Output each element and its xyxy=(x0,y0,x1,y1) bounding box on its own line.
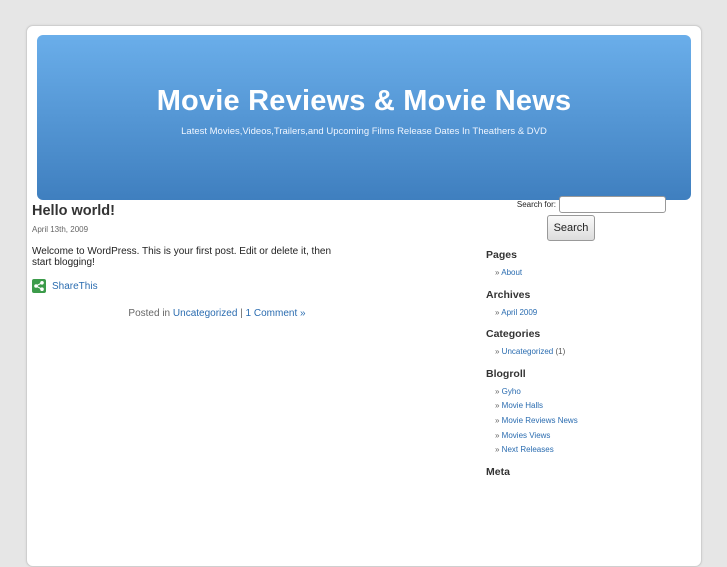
list-item: Movie Halls xyxy=(495,399,666,414)
sharethis-widget[interactable]: ShareThis xyxy=(32,279,332,293)
search-input[interactable] xyxy=(559,196,666,213)
share-icon[interactable] xyxy=(32,279,46,293)
category-count: (1) xyxy=(555,347,566,357)
posted-in-label: Posted in xyxy=(128,308,173,319)
list-item: Movie Reviews News xyxy=(495,414,666,429)
site-title[interactable]: Movie Reviews & Movie News xyxy=(37,85,691,118)
blogroll-link[interactable]: Movie Halls xyxy=(502,401,543,410)
search-label: Search for: xyxy=(516,200,556,209)
site-description: Latest Movies,Videos,Trailers,and Upcomi… xyxy=(181,126,547,137)
search-button[interactable]: Search xyxy=(547,215,595,241)
meta-heading: Meta xyxy=(486,465,510,478)
search-form: Search for: xyxy=(486,196,666,213)
meta-widget: Meta xyxy=(486,466,666,478)
category-item-link[interactable]: Uncategorized xyxy=(502,347,554,356)
archives-heading: Archives xyxy=(486,288,531,301)
blogroll-link[interactable]: Next Releases xyxy=(502,445,554,454)
blogroll-link[interactable]: Movies Views xyxy=(502,431,551,440)
post-meta: Posted in Uncategorized | 1 Comment » xyxy=(12,308,422,319)
blogroll-link[interactable]: Gyho xyxy=(502,387,521,396)
pages-heading: Pages xyxy=(486,249,517,261)
categories-widget: Categories Uncategorized (1) xyxy=(486,328,666,360)
archives-widget: Archives April 2009 xyxy=(486,289,666,321)
pages-widget: Pages About xyxy=(486,249,666,281)
list-item: Uncategorized (1) xyxy=(495,345,666,360)
post-date: April 13th, 2009 xyxy=(32,225,89,234)
blogroll-heading: Blogroll xyxy=(486,367,526,380)
blogroll-widget: Blogroll Gyho Movie Halls Movie Reviews … xyxy=(486,368,666,458)
archive-link[interactable]: April 2009 xyxy=(501,308,537,317)
list-item: About xyxy=(495,266,666,281)
post-body: Welcome to WordPress. This is your first… xyxy=(32,246,332,268)
list-item: Gyho xyxy=(495,385,666,400)
sidebar: Search for: Search Pages About Archives … xyxy=(486,196,666,483)
list-item: Movies Views xyxy=(495,429,666,444)
list-item: April 2009 xyxy=(495,306,666,321)
post-title[interactable]: Hello world! xyxy=(32,203,332,219)
sharethis-link[interactable]: ShareThis xyxy=(52,281,98,292)
comments-link[interactable]: 1 Comment » xyxy=(246,308,306,319)
main-content: Hello world! April 13th, 2009 Welcome to… xyxy=(32,203,332,319)
meta-separator: | xyxy=(237,308,246,319)
site-header: Movie Reviews & Movie News Latest Movies… xyxy=(37,35,691,200)
list-item: Next Releases xyxy=(495,443,666,458)
blogroll-link[interactable]: Movie Reviews News xyxy=(502,416,578,425)
page-link-about[interactable]: About xyxy=(501,268,522,277)
category-link[interactable]: Uncategorized xyxy=(173,308,237,319)
categories-heading: Categories xyxy=(486,328,541,341)
